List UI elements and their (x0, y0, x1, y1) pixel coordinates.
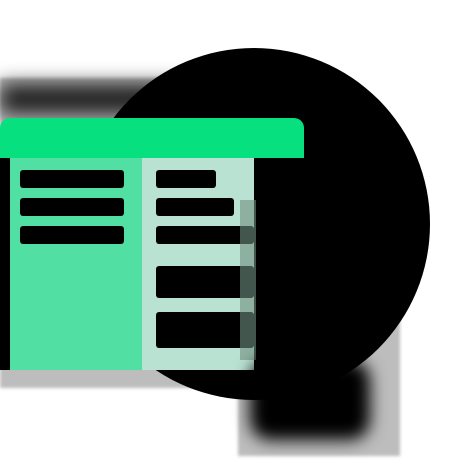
icon-canvas (0, 0, 474, 474)
sidebar-line (20, 198, 124, 216)
window-sidebar-pane (0, 158, 142, 370)
sidebar-line (20, 226, 124, 244)
overlay-dark-block (256, 172, 306, 372)
window-left-edge (0, 158, 10, 370)
content-line (156, 198, 234, 216)
content-line (156, 170, 216, 188)
window-titlebar (0, 118, 304, 158)
blur-smudge-lower (250, 360, 370, 440)
blur-smudge (0, 84, 230, 114)
sidebar-line (20, 170, 124, 188)
